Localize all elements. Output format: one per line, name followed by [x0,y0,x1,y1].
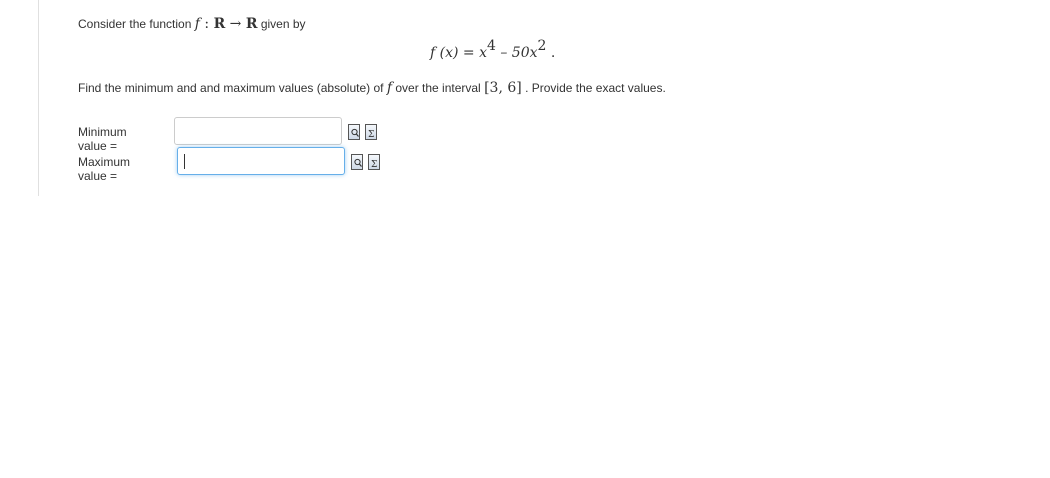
svg-text:Σ: Σ [368,130,374,140]
equation-editor-icon[interactable]: Σ [368,154,380,170]
colon: : [199,16,214,32]
formula-exponent-1: 4 [486,38,496,54]
left-border-rule [38,0,39,196]
preview-answer-icon[interactable] [351,154,363,170]
formula-lhs: f (x) = x [430,45,487,61]
maximum-label: Maximum value = [78,155,131,183]
maximum-value-input[interactable] [177,147,345,175]
equation-editor-icon[interactable]: Σ [365,124,377,140]
text-cursor [184,154,185,169]
codomain-set: R [245,16,258,32]
minimum-label: Minimum value = [78,125,127,153]
intro-suffix: given by [260,17,306,31]
interval: [3, 6] [484,80,522,96]
domain-set: R [213,16,226,32]
arrow: → [225,16,246,32]
question-intro: Consider the function f : R → R given by [78,16,306,32]
minimum-value-input[interactable] [174,117,342,145]
prompt-text: Find the minimum and and maximum values … [78,81,384,95]
preview-answer-icon[interactable] [348,124,360,140]
prompt-middle: over the interval [395,81,481,95]
question-prompt: Find the minimum and and maximum values … [78,80,666,96]
svg-text:Σ: Σ [371,160,377,170]
prompt-function-symbol: f [386,80,392,96]
formula-end: . [546,45,556,61]
intro-text: Consider the function [78,17,192,31]
formula-middle: – 50x [495,45,538,61]
prompt-suffix: . Provide the exact values. [525,81,666,95]
function-formula: f (x) = x4 – 50x2 . [430,38,555,61]
